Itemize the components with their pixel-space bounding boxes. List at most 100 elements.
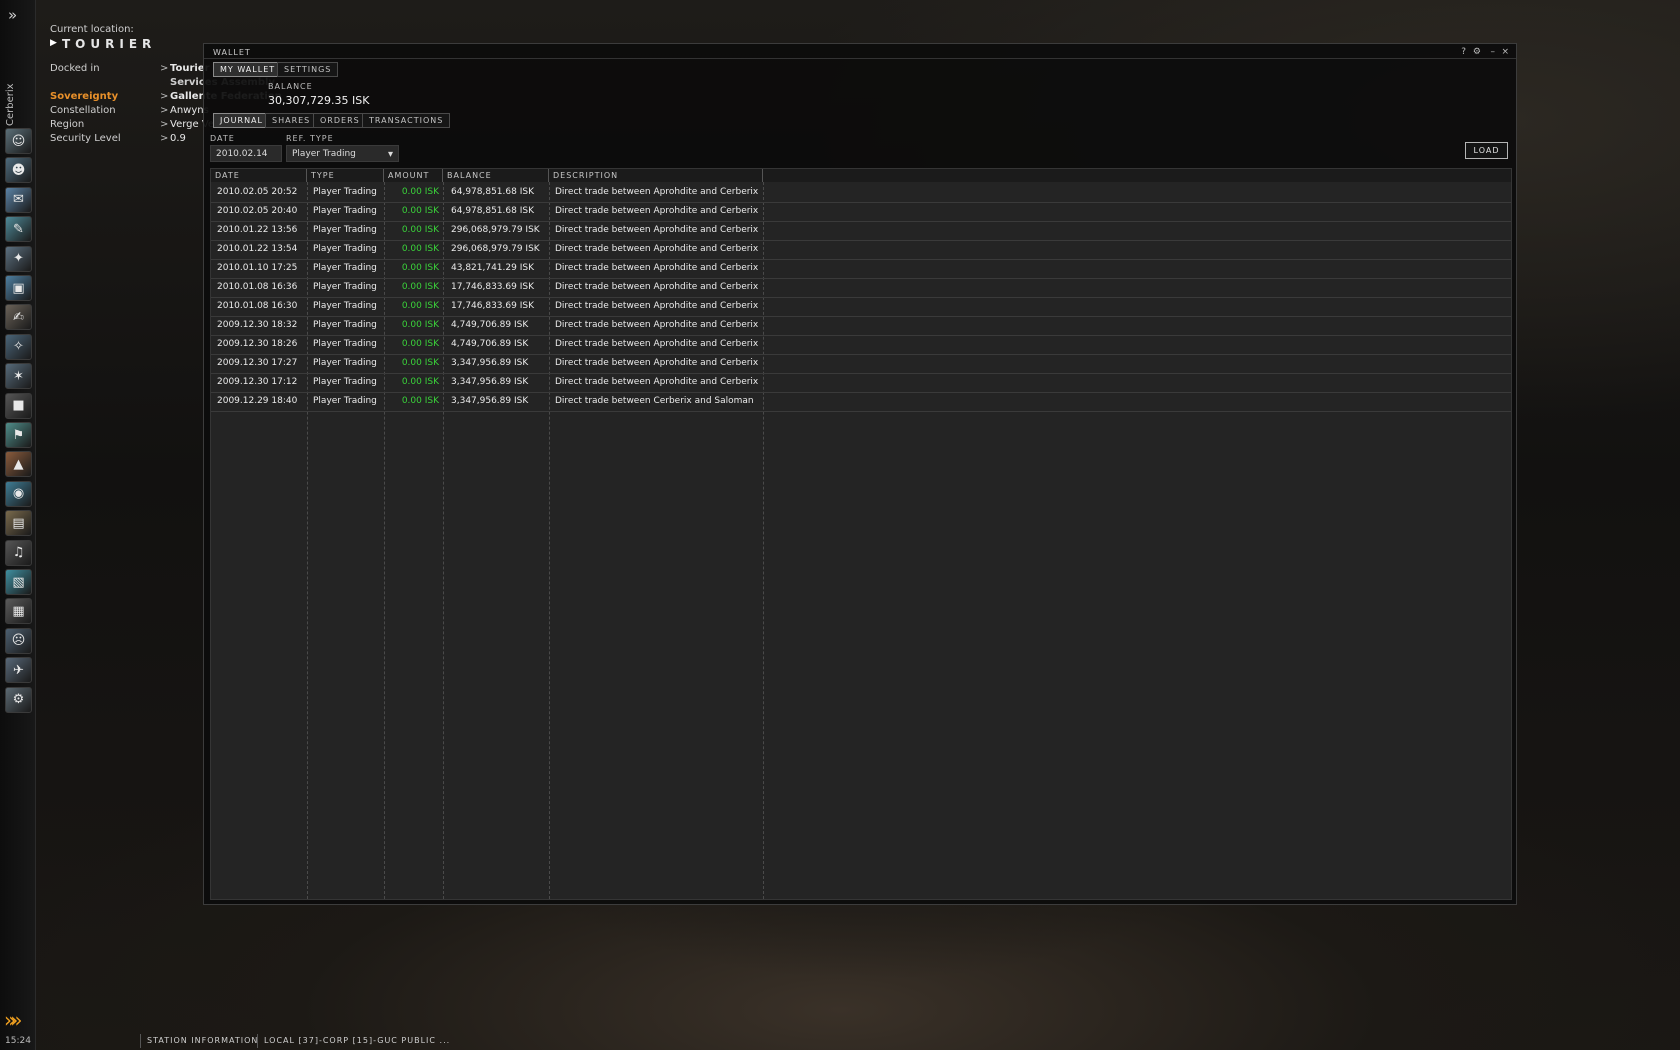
corporation-icon[interactable]: ⚑	[5, 422, 32, 448]
people-icon[interactable]: ☻	[5, 157, 32, 184]
cell-balance: 3,347,956.89 ISK	[451, 396, 529, 406]
cell-amount: 0.00 ISK	[401, 187, 439, 197]
cell-type: Player Trading	[313, 301, 377, 311]
chevron-right-icon: >	[160, 105, 169, 116]
sovereignty-label: Sovereignty	[50, 91, 119, 102]
location-expand-icon[interactable]: ▶	[50, 38, 57, 48]
drones-icon[interactable]: ⚙	[5, 686, 32, 713]
wallet-window: WALLET ? ⚙ – × MY WALLET SETTINGS BALANC…	[203, 43, 1517, 905]
tab-shares[interactable]: SHARES	[265, 113, 318, 128]
contracts-icon[interactable]: ✍	[5, 304, 32, 331]
cell-description: Direct trade between Aprohdite and Cerbe…	[555, 377, 759, 387]
science-icon[interactable]: ◉	[5, 480, 32, 507]
cell-balance: 17,746,833.69 ISK	[451, 282, 534, 292]
chevron-down-icon: ▾	[387, 149, 393, 160]
cell-description: Direct trade between Aprohdite and Cerbe…	[555, 301, 759, 311]
settings-icon[interactable]: ⚙	[1473, 47, 1481, 57]
station-information-tab[interactable]: STATION INFORMATION	[140, 1034, 264, 1048]
chevron-right-icon: >	[160, 63, 169, 74]
ship-icon[interactable]: ✈	[5, 657, 32, 684]
mail-icon[interactable]: ✉	[5, 186, 32, 213]
table-row[interactable]: 2010.01.10 17:25 Player Trading 0.00 ISK 43…	[211, 259, 1511, 279]
market-icon[interactable]: ✦	[5, 245, 32, 272]
ref-type-value: Player Trading	[292, 149, 356, 159]
tab-journal[interactable]: JOURNAL	[213, 113, 270, 128]
table-row[interactable]: 2009.12.30 17:12 Player Trading 0.00 ISK 3,…	[211, 373, 1511, 393]
load-button[interactable]: LOAD	[1465, 142, 1508, 159]
constellation-label: Constellation	[50, 105, 116, 116]
cell-balance: 3,347,956.89 ISK	[451, 377, 529, 387]
column-header-amount[interactable]: AMOUNT	[384, 169, 443, 182]
cell-description: Direct trade between Cerberix and Saloma…	[555, 396, 754, 406]
table-row[interactable]: 2010.01.08 16:30 Player Trading 0.00 ISK 17…	[211, 297, 1511, 317]
table-row[interactable]: 2010.02.05 20:52 Player Trading 0.00 ISK 64…	[211, 183, 1511, 203]
cell-balance: 3,347,956.89 ISK	[451, 358, 529, 368]
cell-balance: 64,978,851.68 ISK	[451, 187, 534, 197]
date-filter-label: DATE	[210, 134, 235, 143]
column-header-balance[interactable]: BALANCE	[443, 169, 549, 182]
tab-settings[interactable]: SETTINGS	[277, 62, 339, 77]
table-row[interactable]: 2009.12.30 18:26 Player Trading 0.00 ISK 4,…	[211, 335, 1511, 355]
character-sheet-icon[interactable]: ☺	[5, 128, 32, 154]
station-name[interactable]: TOURIER	[62, 37, 156, 51]
security-level-label: Security Level	[50, 133, 121, 144]
column-header-filler	[763, 169, 1511, 182]
ref-type-select[interactable]: Player Trading ▾	[286, 145, 399, 162]
balance-value: 30,307,729.35 ISK	[268, 94, 370, 107]
cell-amount: 0.00 ISK	[401, 263, 439, 273]
table-row[interactable]: 2009.12.29 18:40 Player Trading 0.00 ISK 3,…	[211, 392, 1511, 412]
cell-amount: 0.00 ISK	[401, 301, 439, 311]
clock: 15:24	[5, 1036, 31, 1046]
cell-type: Player Trading	[313, 320, 377, 330]
window-title: WALLET	[213, 48, 251, 57]
table-row[interactable]: 2009.12.30 17:27 Player Trading 0.00 ISK 3,…	[211, 354, 1511, 374]
cargo-icon[interactable]: ■	[5, 392, 32, 419]
notepad-icon[interactable]: ▤	[5, 510, 32, 537]
cell-date: 2010.01.08 16:36	[217, 282, 298, 292]
table-row[interactable]: 2010.01.08 16:36 Player Trading 0.00 ISK 17…	[211, 278, 1511, 298]
local-chat-tab[interactable]: LOCAL [37]-CORP [15]-GUC PUBLIC ...	[257, 1034, 456, 1048]
cell-date: 2010.01.22 13:56	[217, 225, 298, 235]
table-row[interactable]: 2010.01.22 13:56 Player Trading 0.00 ISK 29…	[211, 221, 1511, 241]
tab-transactions[interactable]: TRANSACTIONS	[362, 113, 451, 128]
cell-date: 2010.02.05 20:52	[217, 187, 298, 197]
wallet-icon[interactable]: ▧	[5, 569, 32, 595]
map-icon[interactable]: ✧	[5, 333, 32, 360]
fleet-icon[interactable]: ▲	[5, 451, 32, 478]
table-row[interactable]: 2010.01.22 13:54 Player Trading 0.00 ISK 29…	[211, 240, 1511, 260]
column-header-description[interactable]: DESCRIPTION	[549, 169, 763, 182]
assets-icon[interactable]: ▣	[5, 275, 32, 301]
cell-date: 2010.01.22 13:54	[217, 244, 298, 254]
docked-in-label: Docked in	[50, 63, 100, 74]
balance-label: BALANCE	[268, 82, 313, 91]
wallet-titlebar[interactable]: WALLET ? ⚙ – ×	[204, 44, 1516, 58]
cell-description: Direct trade between Aprohdite and Cerbe…	[555, 339, 759, 349]
audio-icon[interactable]: ♫	[5, 539, 32, 566]
column-header-type[interactable]: TYPE	[307, 169, 384, 182]
table-row[interactable]: 2010.02.05 20:40 Player Trading 0.00 ISK 64…	[211, 202, 1511, 222]
tab-my-wallet[interactable]: MY WALLET	[213, 62, 283, 77]
close-icon[interactable]: ×	[1501, 47, 1509, 57]
tab-orders[interactable]: ORDERS	[313, 113, 367, 128]
cell-amount: 0.00 ISK	[401, 320, 439, 330]
cell-amount: 0.00 ISK	[401, 339, 439, 349]
character-name[interactable]: Cerberix	[5, 83, 19, 126]
minimize-icon[interactable]: –	[1491, 47, 1496, 57]
date-filter-input[interactable]: 2010.02.14	[210, 145, 282, 162]
journal-icon[interactable]: ✎	[5, 216, 32, 243]
cell-type: Player Trading	[313, 358, 377, 368]
militia-icon[interactable]: ▦	[5, 598, 32, 625]
cell-amount: 0.00 ISK	[401, 282, 439, 292]
help-icon[interactable]: ☹	[5, 627, 32, 654]
cell-amount: 0.00 ISK	[401, 396, 439, 406]
start-menu-icon[interactable]: »»	[4, 1008, 23, 1032]
cell-date: 2009.12.30 18:32	[217, 320, 298, 330]
help-icon[interactable]: ?	[1461, 47, 1466, 57]
expand-neocom-icon[interactable]: »	[8, 6, 17, 24]
table-row[interactable]: 2009.12.30 18:32 Player Trading 0.00 ISK 4,…	[211, 316, 1511, 336]
cell-type: Player Trading	[313, 377, 377, 387]
cell-balance: 4,749,706.89 ISK	[451, 320, 529, 330]
star-map-icon[interactable]: ✶	[5, 363, 32, 390]
cell-amount: 0.00 ISK	[401, 377, 439, 387]
column-header-date[interactable]: DATE	[211, 169, 307, 182]
